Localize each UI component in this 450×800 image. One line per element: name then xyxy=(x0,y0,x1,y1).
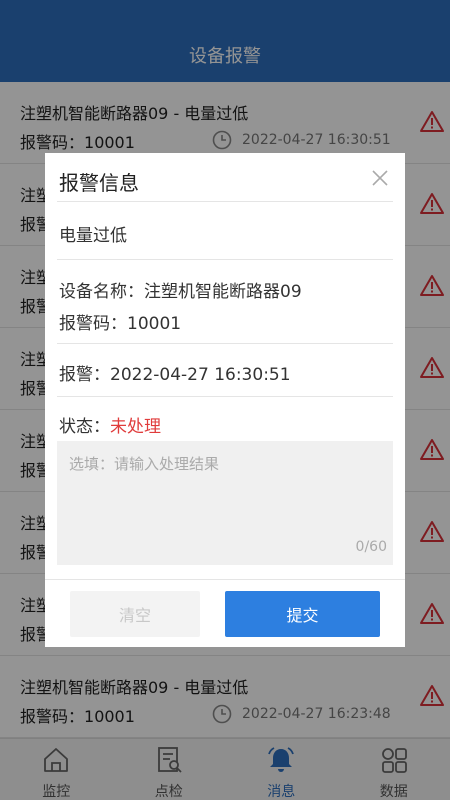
device-name-label: 设备名称： xyxy=(59,282,144,302)
alarm-time-label: 报警： xyxy=(59,365,110,385)
alarm-time-row: 报警：2022-04-27 16:30:51 xyxy=(59,360,291,385)
clear-button[interactable]: 清空 xyxy=(70,591,200,637)
divider xyxy=(45,579,405,580)
divider xyxy=(57,259,393,260)
alarm-code-row: 报警码：10001 xyxy=(59,309,181,334)
result-textarea[interactable]: 选填：请输入处理结果 0/60 xyxy=(57,441,393,565)
alarm-time-value: 2022-04-27 16:30:51 xyxy=(110,365,291,385)
char-counter: 0/60 xyxy=(355,539,387,555)
divider xyxy=(57,396,393,397)
divider xyxy=(57,201,393,202)
dialog-title: 报警信息 xyxy=(59,171,139,195)
alarm-code-label: 报警码： xyxy=(59,314,127,334)
device-name-value: 注塑机智能断路器09 xyxy=(144,282,302,302)
close-icon[interactable] xyxy=(371,169,389,187)
submit-button[interactable]: 提交 xyxy=(225,591,380,637)
status-label: 状态： xyxy=(59,417,110,437)
status-value: 未处理 xyxy=(110,417,161,437)
status-row: 状态：未处理 xyxy=(59,412,161,437)
textarea-placeholder: 选填：请输入处理结果 xyxy=(69,455,220,473)
alarm-code-value: 10001 xyxy=(127,314,182,334)
divider xyxy=(57,343,393,344)
alarm-info-dialog: 报警信息 电量过低 设备名称：注塑机智能断路器09 报警码：10001 报警：2… xyxy=(45,153,405,647)
alarm-type: 电量过低 xyxy=(59,226,127,246)
device-name-row: 设备名称：注塑机智能断路器09 xyxy=(59,277,302,302)
